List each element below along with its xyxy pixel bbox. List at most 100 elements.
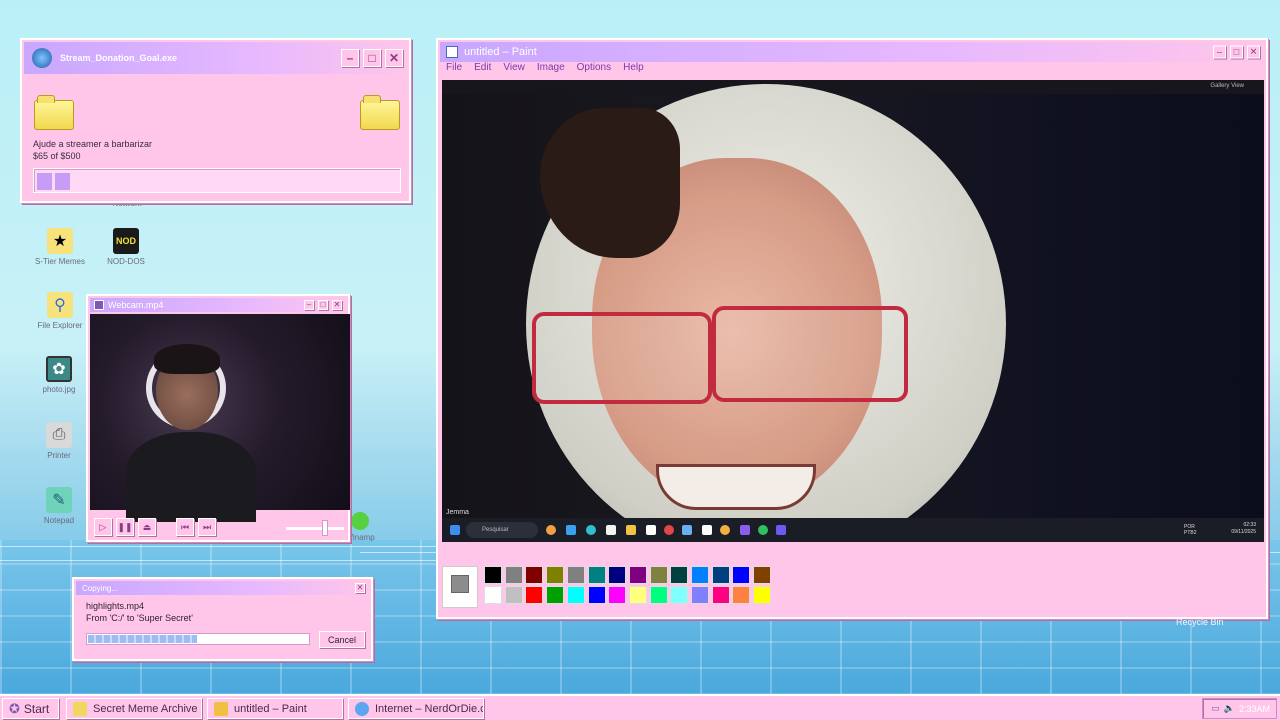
maximize-button[interactable]: □ [1230,45,1243,59]
folder-icon [34,95,74,130]
donation-progress-text: $65 of $500 [33,151,81,161]
taskbar-item-paint[interactable]: untitled – Paint [207,698,343,719]
recycle-bin-label[interactable]: Recycle Bin [1176,617,1224,627]
webcam-titlebar[interactable]: Webcam.mp4 – □ ✕ [90,298,346,312]
palette-swatch[interactable] [711,586,730,604]
desktop-icon-label: S-Tier Memes [35,257,85,266]
palette-swatch[interactable] [608,586,627,604]
palette-swatch[interactable] [649,586,668,604]
palette-swatch[interactable] [566,566,585,584]
volume-track [286,527,344,530]
taskbar-item-label: Secret Meme Archive [93,702,198,715]
copying-titlebar[interactable]: Copying... ✕ [76,581,369,595]
speaker-icon[interactable]: 🔈 [1224,703,1235,714]
palette-swatch[interactable] [628,586,647,604]
internet-globe-icon [355,701,369,716]
volume-slider[interactable] [322,520,328,536]
start-button[interactable]: ✪ Start [2,698,59,719]
palette-swatch[interactable] [484,566,502,584]
palette-swatch[interactable] [546,586,565,604]
paint-titlebar[interactable]: untitled – Paint – □ ✕ [440,42,1264,62]
menu-view[interactable]: View [497,62,531,78]
palette-swatch[interactable] [525,586,544,604]
menu-file[interactable]: File [440,62,468,78]
palette-swatch[interactable] [628,566,647,584]
app-icon [740,525,750,535]
close-button[interactable]: ✕ [385,49,403,67]
palette-swatch[interactable] [546,566,565,584]
copying-progress-bar [86,633,310,645]
notepad-icon: ✎ [46,487,72,513]
palette-swatch[interactable] [525,566,544,584]
desktop-icon-nod-dos[interactable]: NOD NOD-DOS [91,228,161,266]
paint-canvas[interactable]: Gallery View Jemma Pesquisar 02:33 09/11… [442,80,1264,542]
desktop-icon-label: File Explorer [37,321,83,330]
app-icon [546,525,556,535]
palette-swatch[interactable] [587,566,606,584]
taskbar-item-internet[interactable]: Internet – NerdOrDie.com [348,698,484,719]
menu-image[interactable]: Image [531,62,571,78]
minimize-button[interactable]: – [1213,45,1226,59]
webcam-title: Webcam.mp4 [108,300,164,310]
palette-swatch[interactable] [484,586,502,604]
palette-swatch[interactable] [753,566,772,584]
open-folder-icon [360,95,400,130]
maximize-button[interactable]: □ [318,300,328,310]
palette-swatch[interactable] [732,586,751,604]
copying-progress-fill [88,635,197,643]
palette-swatch[interactable] [670,566,689,584]
palette-swatch[interactable] [691,566,709,584]
palette-swatch[interactable] [504,586,523,604]
desktop-icon-notepad[interactable]: ✎ Notepad [24,487,94,525]
spotify-icon [758,525,768,535]
taskbar-item-label: Internet – NerdOrDie.com [375,702,483,715]
palette-swatch[interactable] [566,586,585,604]
close-button[interactable]: ✕ [1247,45,1260,59]
menu-help[interactable]: Help [617,62,650,78]
copying-title: Copying... [82,583,119,593]
menu-options[interactable]: Options [571,62,617,78]
app-icon [682,525,692,535]
previous-button[interactable]: ⏮ [176,518,194,536]
palette-swatch[interactable] [732,566,751,584]
palette-swatch[interactable] [691,586,709,604]
next-button[interactable]: ⏭ [198,518,216,536]
palette-swatch[interactable] [753,586,772,604]
network-icon[interactable]: ▭ [1211,703,1220,714]
palette-swatch[interactable] [711,566,730,584]
taskbar-item-meme-archive[interactable]: Secret Meme Archive [66,698,202,719]
minimize-button[interactable]: – [341,49,359,67]
menu-edit[interactable]: Edit [468,62,497,78]
palette-swatch[interactable] [608,566,627,584]
palette-swatch[interactable] [587,586,606,604]
desktop-icon-label: NOD-DOS [107,257,145,266]
palette-swatch[interactable] [670,586,689,604]
desktop-icon-memes[interactable]: ★ S-Tier Memes [25,228,95,266]
paint-icon [214,701,228,716]
donation-titlebar[interactable]: Stream_Donation_Goal.exe – □ ✕ [24,42,407,74]
progress-segment [55,173,70,190]
streamer-body [126,432,256,522]
cancel-button[interactable]: Cancel [319,631,365,648]
palette-swatch[interactable] [649,566,668,584]
play-button[interactable]: ▷ [94,518,112,536]
inner-language: POR PTB2 [1184,524,1197,536]
current-foreground-color [451,575,469,593]
app-icon [566,525,576,535]
app-icon [720,525,730,535]
eject-button[interactable]: ⏏ [138,518,156,536]
minimize-button[interactable]: – [304,300,314,310]
desktop-icon-file-explorer[interactable]: ⚲ File Explorer [25,292,95,330]
desktop-icon-printer[interactable]: ⎙ Printer [24,422,94,460]
nod-dos-icon: NOD [113,228,139,254]
desktop-icon-photo[interactable]: ✿ photo.jpg [24,356,94,394]
close-button[interactable]: ✕ [355,583,365,593]
system-tray: ▭ 🔈 2:33AM [1202,698,1277,719]
video-file-icon [94,300,104,310]
gallery-view-button[interactable]: Gallery View [1210,83,1244,89]
close-button[interactable]: ✕ [332,300,342,310]
pause-button[interactable]: ❚❚ [116,518,134,536]
maximize-button[interactable]: □ [363,49,381,67]
webcam-video [90,314,350,522]
palette-swatch[interactable] [504,566,523,584]
